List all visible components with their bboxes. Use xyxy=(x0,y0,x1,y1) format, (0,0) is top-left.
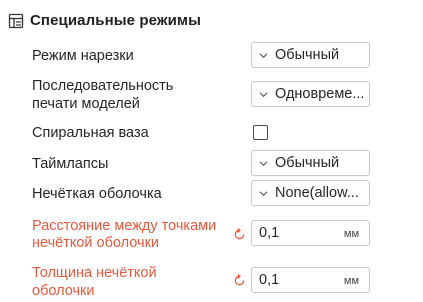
fuzzy-skin-value: None(allow... xyxy=(275,185,359,201)
print-sequence-label-line1: Последовательность xyxy=(32,78,174,94)
timelapse-dropdown[interactable]: Обычный xyxy=(251,150,370,176)
fuzzy-thickness-value: 0,1 xyxy=(259,272,280,288)
chevron-down-icon xyxy=(259,160,268,166)
spiral-vase-label: Спиральная ваза xyxy=(32,125,149,141)
spiral-vase-checkbox[interactable] xyxy=(253,125,268,140)
fuzzy-skin-dropdown[interactable]: None(allow... xyxy=(251,180,370,206)
reset-arrow-icon[interactable] xyxy=(233,228,246,241)
chevron-down-icon xyxy=(259,91,268,97)
fuzzy-point-distance-label-line2: нечёткой оболочки xyxy=(32,235,160,251)
fuzzy-point-distance-unit: мм xyxy=(343,228,359,240)
print-sequence-dropdown[interactable]: Одновреме... xyxy=(251,81,370,107)
settings-panel-icon xyxy=(8,13,24,28)
chevron-down-icon xyxy=(259,52,268,58)
reset-arrow-icon[interactable] xyxy=(233,274,246,287)
fuzzy-thickness-input[interactable]: 0,1 мм xyxy=(251,267,370,293)
fuzzy-point-distance-label-line1: Расстояние между точками xyxy=(32,218,217,234)
fuzzy-skin-label: Нечёткая оболочка xyxy=(32,186,162,202)
chevron-down-icon xyxy=(259,190,268,196)
fuzzy-thickness-unit: мм xyxy=(343,275,359,287)
timelapse-label: Таймлапсы xyxy=(32,156,109,172)
fuzzy-thickness-label-line2: оболочки xyxy=(32,283,95,299)
timelapse-value: Обычный xyxy=(275,155,340,171)
slice-mode-value: Обычный xyxy=(275,47,340,63)
fuzzy-point-distance-value: 0,1 xyxy=(259,225,280,241)
fuzzy-thickness-label-line1: Толщина нечёткой xyxy=(32,265,157,281)
print-sequence-value: Одновреме... xyxy=(275,86,365,102)
slice-mode-label: Режим нарезки xyxy=(32,48,134,64)
slice-mode-dropdown[interactable]: Обычный xyxy=(251,42,370,68)
section-title: Специальные режимы xyxy=(30,12,202,29)
print-sequence-label-line2: печати моделей xyxy=(32,96,140,112)
fuzzy-point-distance-input[interactable]: 0,1 мм xyxy=(251,220,370,246)
section-header: Специальные режимы xyxy=(8,12,201,29)
